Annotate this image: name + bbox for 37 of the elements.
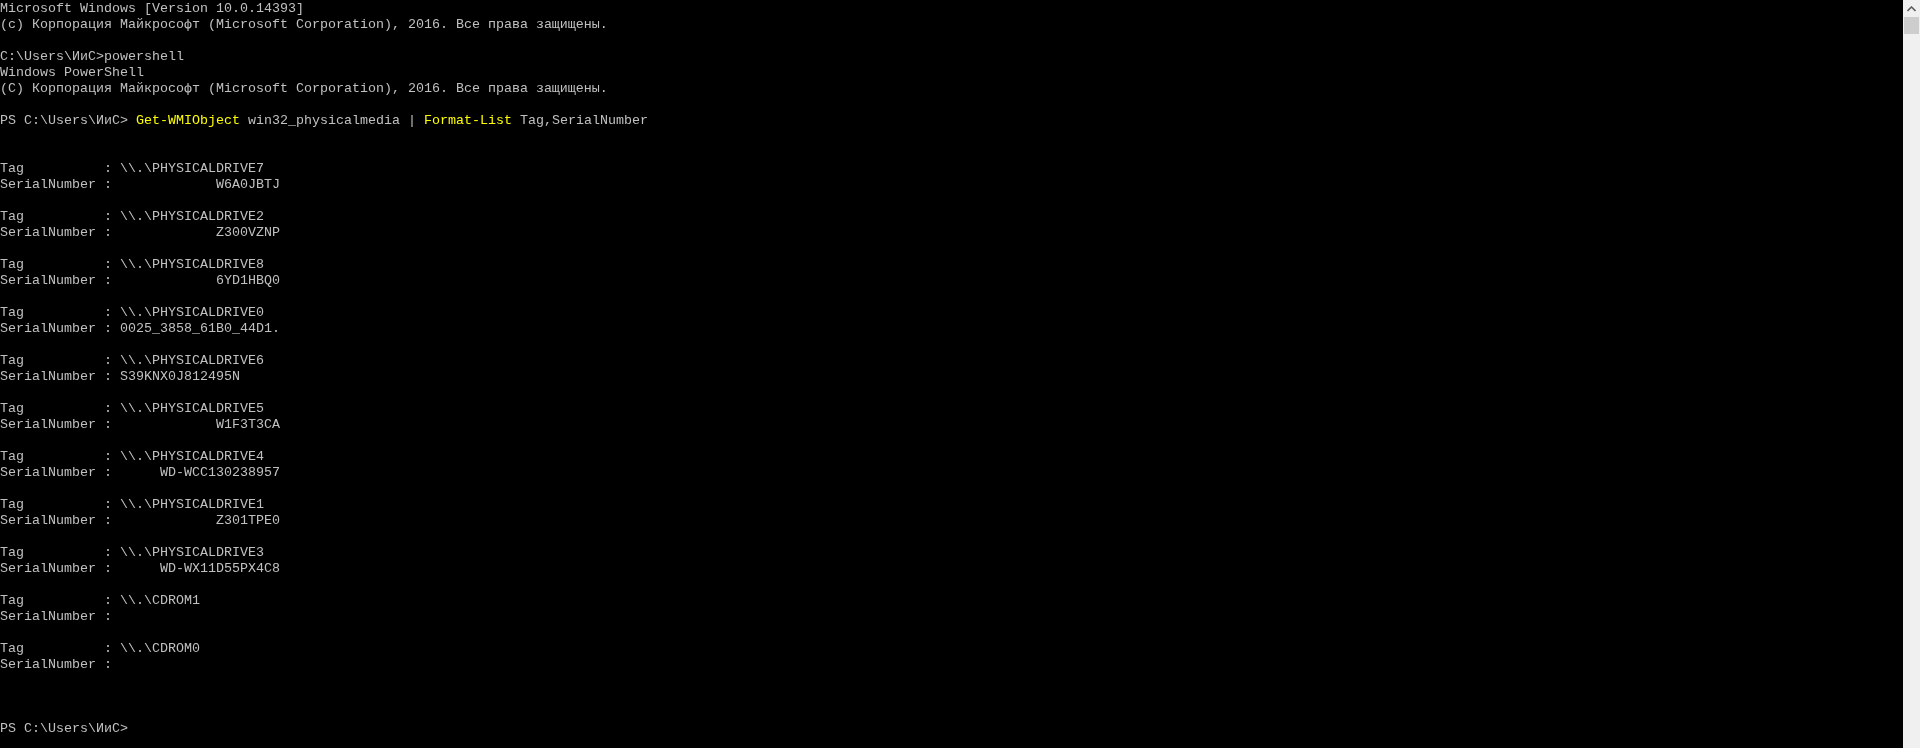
console-line: Tag : \\.\PHYSICALDRIVE0 xyxy=(0,305,264,320)
command-argument: win32_physicalmedia xyxy=(247,113,400,128)
pipe-operator: | xyxy=(407,113,416,128)
console-line: Windows PowerShell xyxy=(0,65,144,80)
console-line: Microsoft Windows [Version 10.0.14393] xyxy=(0,1,304,16)
console-line: SerialNumber : S39KNX0J812495N xyxy=(0,369,240,384)
console-line: SerialNumber : W6A0JBTJ xyxy=(0,177,280,192)
console-line: Tag : \\.\PHYSICALDRIVE8 xyxy=(0,257,264,272)
console-line: C:\Users\ИиС>powershell xyxy=(0,49,184,64)
console-line: SerialNumber : WD-WCC130238957 xyxy=(0,465,280,480)
cmdlet-name: Format-List xyxy=(423,113,512,128)
console-line: SerialNumber : xyxy=(0,609,112,624)
console-line: SerialNumber : W1F3T3CA xyxy=(0,417,280,432)
console-line: (C) Корпорация Майкрософт (Microsoft Corporation), 2016. Все права защищены. xyxy=(0,81,608,96)
command-argument: Tag,SerialNumber xyxy=(519,113,648,128)
console-line: SerialNumber : Z301TPE0 xyxy=(0,513,280,528)
console-line: Tag : \\.\PHYSICALDRIVE2 xyxy=(0,209,264,224)
console-line: SerialNumber : 0025_3858_61B0_44D1. xyxy=(0,321,280,336)
scrollbar[interactable] xyxy=(1903,0,1920,748)
console-line: Tag : \\.\CDROM1 xyxy=(0,593,200,608)
console-line: PS C:\Users\ИиС> xyxy=(0,721,128,736)
console-line: Tag : \\.\PHYSICALDRIVE3 xyxy=(0,545,264,560)
console-line: Tag : \\.\PHYSICALDRIVE4 xyxy=(0,449,264,464)
cmdlet-name: Get-WMIObject xyxy=(136,113,240,128)
console-line: Tag : \\.\PHYSICALDRIVE1 xyxy=(0,497,264,512)
console-line: Tag : \\.\CDROM0 xyxy=(0,641,200,656)
console-line: SerialNumber : 6YD1HBQ0 xyxy=(0,273,280,288)
scroll-up-icon[interactable] xyxy=(1907,6,1916,12)
console-line: SerialNumber : WD-WX11D55PX4C8 xyxy=(0,561,280,576)
console-line: SerialNumber : xyxy=(0,657,112,672)
console-line: SerialNumber : Z300VZNP xyxy=(0,225,280,240)
scrollbar-thumb[interactable] xyxy=(1904,17,1919,34)
console-line: Tag : \\.\PHYSICALDRIVE5 xyxy=(0,401,264,416)
console-line: Tag : \\.\PHYSICALDRIVE7 xyxy=(0,161,264,176)
console-line: (c) Корпорация Майкрософт (Microsoft Corporation), 2016. Все права защищены. xyxy=(0,17,608,32)
console-line: Tag : \\.\PHYSICALDRIVE6 xyxy=(0,353,264,368)
command-prompt: PS C:\Users\ИиС> xyxy=(0,113,128,128)
